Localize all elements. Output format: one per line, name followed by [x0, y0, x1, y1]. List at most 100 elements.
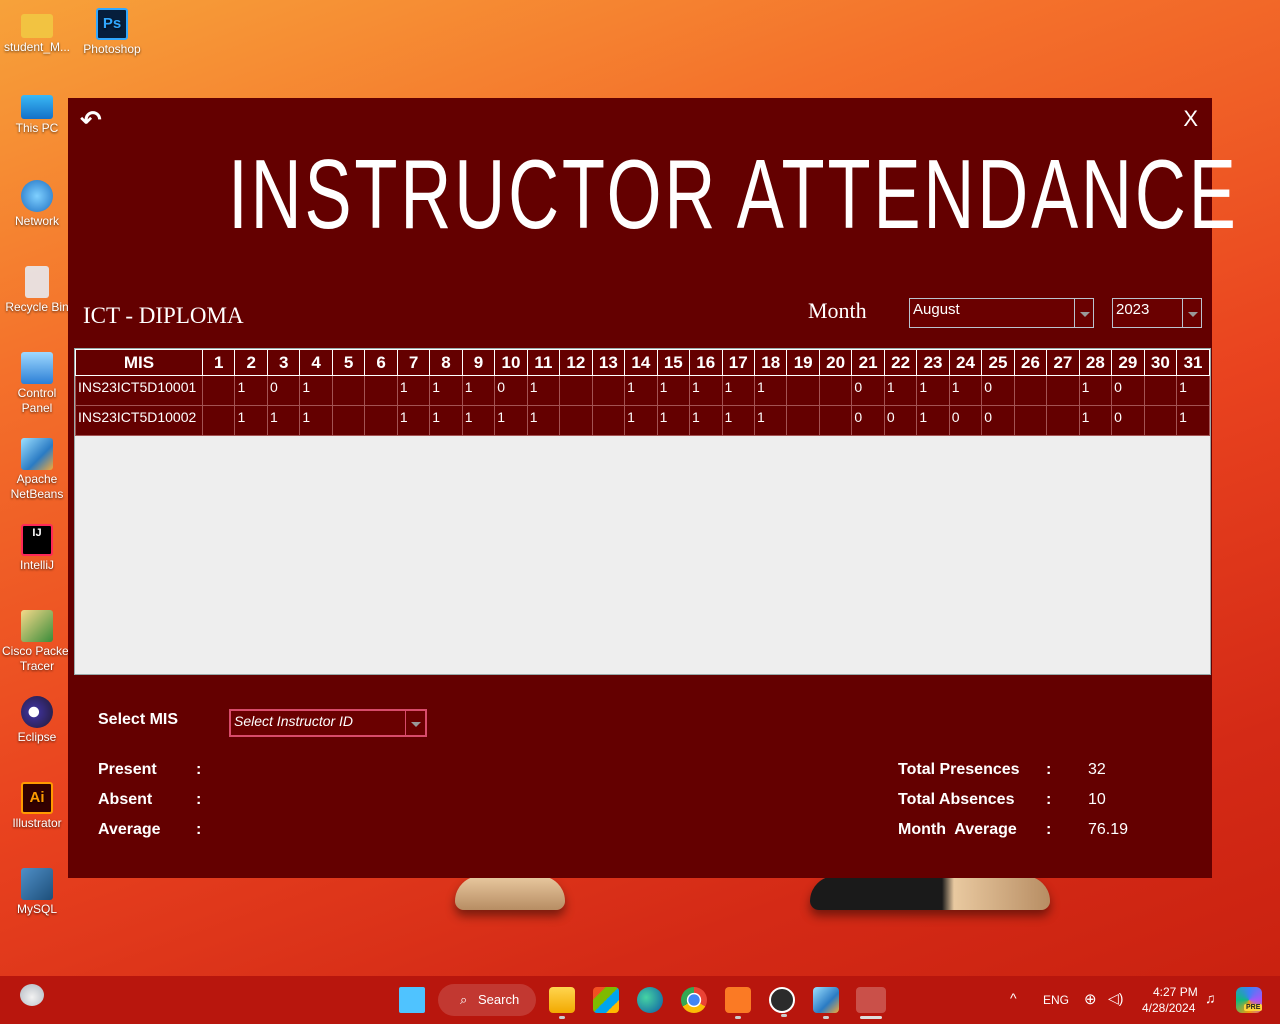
- attendance-cell: [1143, 375, 1178, 406]
- column-header-day[interactable]: 4: [299, 349, 333, 376]
- column-header-day[interactable]: 26: [1013, 349, 1048, 376]
- column-header-day[interactable]: 22: [883, 349, 918, 376]
- column-header-day[interactable]: 31: [1176, 349, 1210, 376]
- attendance-cell: [1013, 375, 1048, 406]
- column-header-day[interactable]: 25: [981, 349, 1015, 376]
- column-header-day[interactable]: 19: [786, 349, 820, 376]
- column-header-day[interactable]: 30: [1143, 349, 1178, 376]
- colon: :: [196, 791, 202, 808]
- table-row[interactable]: INS23ICT5D10001 1 0 1 1 1 1 0 1 1 1 1 1 1 0 1 1 1 0 1 0 1: [75, 375, 1210, 406]
- attendance-cell: 1: [461, 375, 496, 406]
- year-select-value: 2023: [1116, 301, 1150, 318]
- attendance-cell: 1: [396, 405, 431, 436]
- attendance-cell: [331, 375, 366, 406]
- desktop-icon-illustrator[interactable]: Ai Illustrator: [0, 782, 74, 831]
- media-player-icon[interactable]: [769, 987, 795, 1017]
- desktop-icon-eclipse[interactable]: Eclipse: [0, 696, 74, 745]
- attendance-cell: [559, 405, 593, 436]
- column-header-day[interactable]: 9: [461, 349, 496, 376]
- xampp-icon[interactable]: [725, 987, 751, 1019]
- chrome-icon[interactable]: [681, 987, 707, 1013]
- attendance-cell: 1: [234, 405, 268, 436]
- chevron-up-icon[interactable]: ^: [1010, 990, 1017, 1006]
- column-header-day[interactable]: 16: [689, 349, 723, 376]
- desktop-icon-network[interactable]: Network: [0, 180, 74, 229]
- windows-start-icon[interactable]: [399, 987, 425, 1013]
- clock-date[interactable]: 4/28/2024: [1142, 1001, 1195, 1015]
- volume-icon[interactable]: ◁): [1108, 990, 1123, 1007]
- column-header-day[interactable]: 3: [266, 349, 301, 376]
- desktop-icon-control-panel[interactable]: Control Panel: [0, 352, 74, 416]
- column-header-day[interactable]: 21: [851, 349, 885, 376]
- photoshop-icon: Ps: [96, 8, 128, 40]
- back-arrow-icon[interactable]: ↶: [80, 106, 102, 136]
- column-header-day[interactable]: 13: [591, 349, 626, 376]
- attendance-cell: 1: [721, 405, 755, 436]
- file-explorer-icon[interactable]: [549, 987, 575, 1019]
- attendance-cell: [591, 405, 626, 436]
- column-header-day[interactable]: 6: [364, 349, 398, 376]
- column-header-day[interactable]: 23: [916, 349, 950, 376]
- column-header-day[interactable]: 29: [1111, 349, 1145, 376]
- column-header-day[interactable]: 18: [753, 349, 788, 376]
- globe-icon[interactable]: ⊕: [1084, 990, 1097, 1008]
- attendance-cell: [786, 405, 820, 436]
- column-header-day[interactable]: 14: [624, 349, 658, 376]
- clock-time[interactable]: 4:27 PM: [1153, 985, 1198, 999]
- attendance-cell: 0: [981, 375, 1015, 406]
- taskbar-search[interactable]: ⌕ Search: [438, 984, 536, 1016]
- column-header-day[interactable]: 12: [559, 349, 593, 376]
- column-header-day[interactable]: 2: [234, 349, 268, 376]
- column-header-day[interactable]: 11: [526, 349, 561, 376]
- weather-icon[interactable]: [20, 984, 44, 1006]
- attendance-cell: 1: [1078, 375, 1113, 406]
- language-indicator[interactable]: ENG: [1043, 993, 1069, 1007]
- chevron-down-icon[interactable]: [1182, 299, 1201, 327]
- month-average-value: 76.19: [1088, 821, 1129, 838]
- month-label: Month: [808, 298, 867, 323]
- column-header-day[interactable]: 24: [948, 349, 983, 376]
- desktop-icon-label: Photoshop: [83, 42, 141, 56]
- desktop-icon-recycle-bin[interactable]: Recycle Bin: [0, 266, 74, 315]
- attendance-cell: 1: [234, 375, 268, 406]
- column-header-day[interactable]: 17: [721, 349, 755, 376]
- java-app-icon[interactable]: [856, 987, 886, 1019]
- netbeans-taskbar-icon[interactable]: [813, 987, 839, 1019]
- desktop-icon-netbeans[interactable]: Apache NetBeans: [0, 438, 74, 502]
- month-select[interactable]: August: [909, 298, 1094, 328]
- table-row[interactable]: INS23ICT5D10002 1 1 1 1 1 1 1 1 1 1 1 1 1 0 0 1 0 0 1 0 1: [75, 405, 1210, 436]
- desktop-icon-photoshop[interactable]: Ps Photoshop: [75, 8, 149, 57]
- column-header-day[interactable]: 27: [1046, 349, 1080, 376]
- instructor-id-select[interactable]: Select Instructor ID: [229, 709, 427, 737]
- desktop-icon-packet-tracer[interactable]: Cisco Packet Tracer: [0, 610, 74, 674]
- desktop-icon-label: IntelliJ: [19, 558, 54, 572]
- attendance-cell: [1046, 375, 1080, 406]
- column-header-day[interactable]: 1: [201, 349, 236, 376]
- notification-bell-icon[interactable]: ♫: [1205, 990, 1216, 1006]
- attendance-cell: 1: [461, 405, 496, 436]
- column-header-mis[interactable]: MIS: [75, 349, 203, 376]
- attendance-cell: 1: [266, 405, 301, 436]
- attendance-window: ↶ X INSTRUCTOR ATTENDANCE ICT - DIPLOMA …: [68, 98, 1236, 878]
- close-button[interactable]: X: [1183, 106, 1198, 132]
- column-header-day[interactable]: 5: [331, 349, 366, 376]
- total-absences-label: Total Absences: [898, 791, 1015, 808]
- attendance-cell: 1: [494, 405, 528, 436]
- desktop-icon-student-folder[interactable]: student_M...: [0, 10, 74, 55]
- attendance-cell: 1: [1176, 375, 1210, 406]
- column-header-day[interactable]: 28: [1078, 349, 1113, 376]
- desktop-icon-intellij[interactable]: IJ IntelliJ: [0, 524, 74, 573]
- column-header-day[interactable]: 8: [429, 349, 463, 376]
- column-header-day[interactable]: 10: [494, 349, 528, 376]
- desktop-icon-mysql[interactable]: MySQL: [0, 868, 74, 917]
- edge-icon[interactable]: [637, 987, 663, 1013]
- microsoft-store-icon[interactable]: [593, 987, 619, 1013]
- desktop-icon-this-pc[interactable]: This PC: [0, 95, 74, 136]
- chevron-down-icon[interactable]: [1074, 299, 1093, 327]
- chevron-down-icon[interactable]: [405, 711, 425, 735]
- column-header-day[interactable]: 7: [396, 349, 431, 376]
- column-header-day[interactable]: 20: [818, 349, 853, 376]
- attendance-table-container[interactable]: MIS 1 2 3 4 5 6 7 8 9 10 11 12 13 14 15 16 17 18 19 20 21 22 23…: [74, 348, 1211, 675]
- year-select[interactable]: 2023: [1112, 298, 1202, 328]
- column-header-day[interactable]: 15: [656, 349, 691, 376]
